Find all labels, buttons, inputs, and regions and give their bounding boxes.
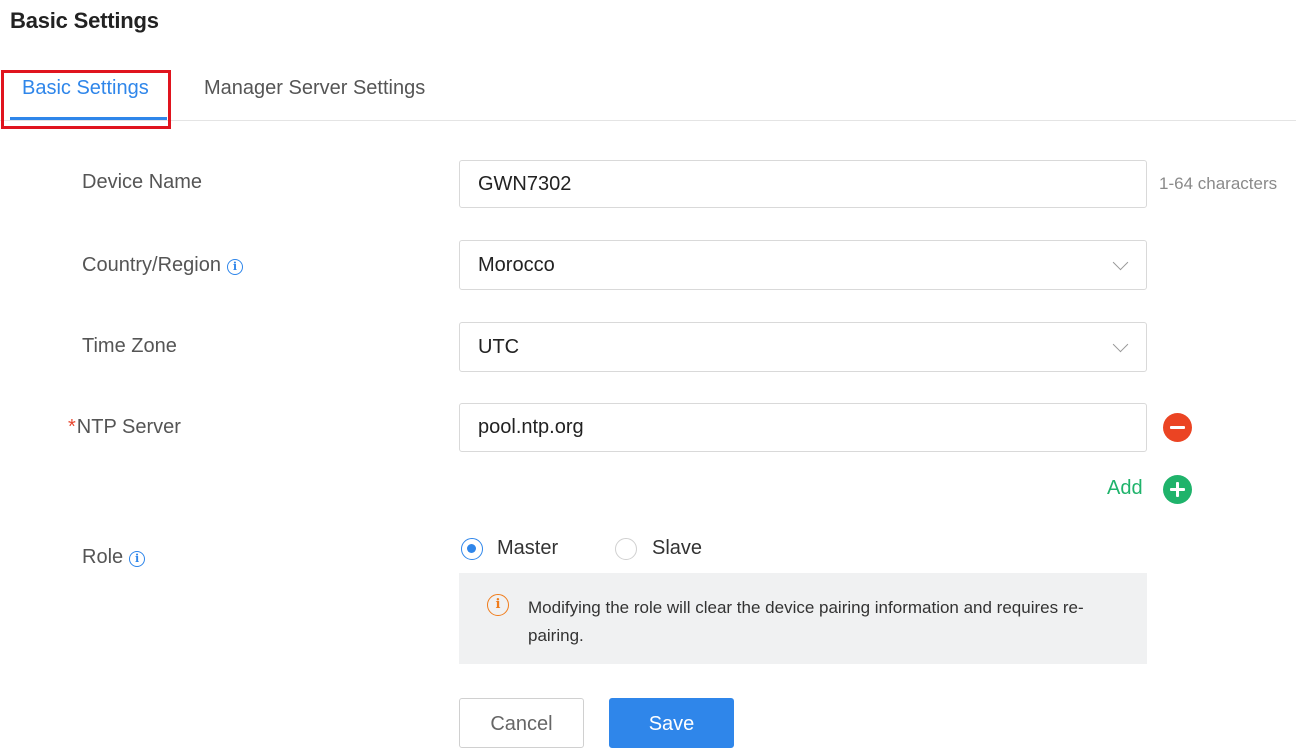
role-label-text: Role <box>82 546 124 568</box>
country-region-label: Country/Region i <box>82 254 243 277</box>
time-zone-label: Time Zone <box>82 335 177 357</box>
country-region-label-text: Country/Region <box>82 254 221 276</box>
time-zone-select[interactable]: UTC <box>459 322 1147 372</box>
tabs-divider <box>0 120 1296 121</box>
remove-ntp-server-button[interactable] <box>1163 413 1192 442</box>
country-region-value: Morocco <box>478 254 555 276</box>
chevron-down-icon <box>1112 336 1129 353</box>
time-zone-value: UTC <box>478 336 520 358</box>
device-name-input[interactable] <box>459 160 1147 208</box>
chevron-down-icon <box>1112 254 1129 271</box>
page-title: Basic Settings <box>10 8 159 33</box>
ntp-server-label-text: NTP Server <box>76 416 181 438</box>
ntp-server-input[interactable] <box>459 403 1147 452</box>
tab-highlight-annotation <box>1 70 171 129</box>
save-button[interactable]: Save <box>609 698 734 748</box>
required-mark: * <box>68 416 76 438</box>
cancel-button[interactable]: Cancel <box>459 698 584 748</box>
role-notice-text: Modifying the role will clear the device… <box>528 598 1084 645</box>
device-name-label: Device Name <box>82 171 203 193</box>
role-slave-radio[interactable] <box>615 538 637 560</box>
ntp-server-label: *NTP Server <box>68 416 181 439</box>
role-label: Role i <box>82 546 146 569</box>
device-name-hint: 1-64 characters <box>1159 174 1278 193</box>
info-icon[interactable]: i <box>129 551 146 567</box>
role-master-radio[interactable] <box>461 538 483 560</box>
role-master-label[interactable]: Master <box>497 537 558 560</box>
info-icon[interactable]: i <box>226 259 243 275</box>
add-ntp-server-label[interactable]: Add <box>1107 477 1143 500</box>
country-region-select[interactable]: Morocco <box>459 240 1147 290</box>
warning-info-icon: i <box>487 594 509 616</box>
role-slave-label[interactable]: Slave <box>652 537 702 560</box>
tab-manager-server-settings[interactable]: Manager Server Settings <box>204 77 425 100</box>
add-ntp-server-button[interactable] <box>1163 475 1192 504</box>
